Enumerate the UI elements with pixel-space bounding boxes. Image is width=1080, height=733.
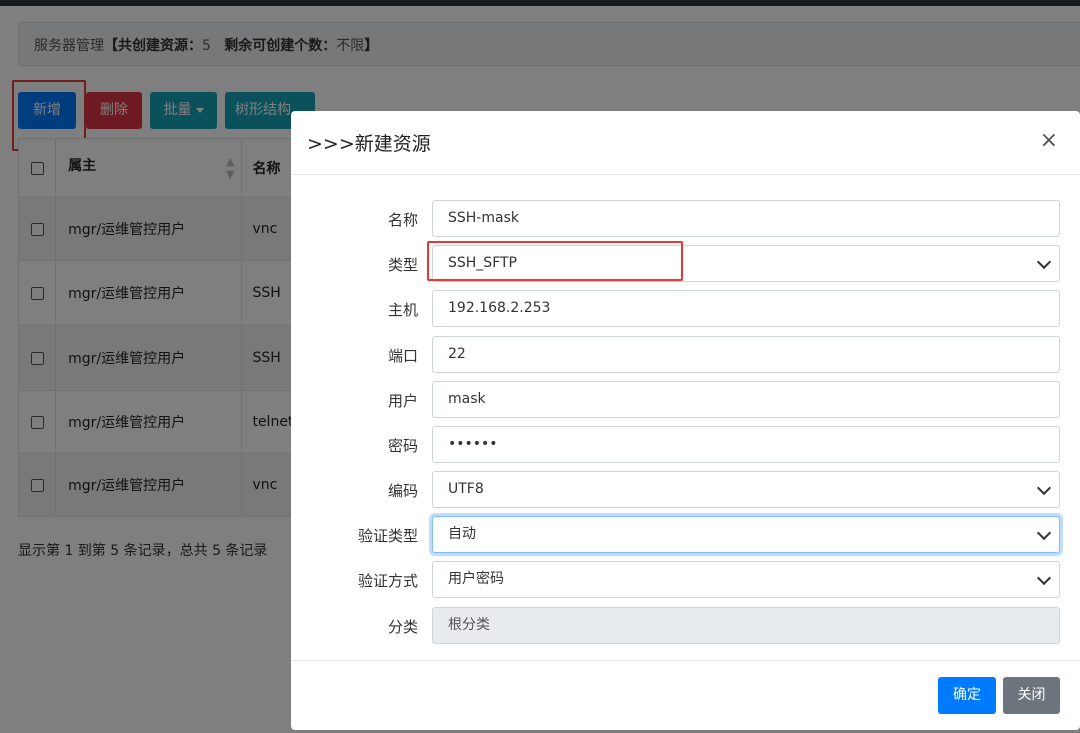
encoding-label: 编码	[387, 482, 418, 500]
chevron-down-icon	[1036, 525, 1052, 541]
chevron-down-icon	[1036, 570, 1052, 586]
auth-method-value: 用户密码	[448, 571, 504, 587]
chevron-down-icon	[1036, 480, 1052, 496]
user-label: 用户	[387, 392, 418, 410]
form-row-category: 分类 根分类	[291, 607, 1080, 645]
category-input[interactable]: 根分类	[432, 607, 1060, 644]
password-label: 密码	[387, 437, 418, 455]
form-row-encoding: 编码 UTF8	[291, 471, 1080, 509]
auth-method-label: 验证方式	[357, 572, 418, 590]
port-label: 端口	[387, 347, 418, 365]
form-row-auth-method: 验证方式 用户密码	[291, 561, 1080, 599]
new-resource-modal: >>>新建资源 × 名称 SSH-mask 类型 SSH_SFTP 主机 192…	[291, 111, 1080, 730]
user-input[interactable]: mask	[432, 381, 1060, 418]
form-row-port: 端口 22	[291, 336, 1080, 374]
auth-type-select[interactable]: 自动	[432, 516, 1060, 553]
encoding-value: UTF8	[448, 481, 484, 497]
password-input[interactable]: ••••••	[432, 426, 1060, 463]
type-label: 类型	[387, 256, 418, 274]
close-button[interactable]: 关闭	[1003, 677, 1060, 714]
chevron-down-icon	[1036, 254, 1052, 270]
modal-footer: 确定 关闭	[291, 660, 1080, 731]
form-row-auth-type: 验证类型 自动	[291, 516, 1080, 554]
auth-type-label: 验证类型	[357, 527, 418, 545]
type-select-highlight	[427, 241, 683, 281]
host-input[interactable]: 192.168.2.253	[432, 290, 1060, 327]
auth-method-select[interactable]: 用户密码	[432, 561, 1060, 598]
form-row-password: 密码 ••••••	[291, 426, 1080, 464]
name-label: 名称	[387, 211, 418, 229]
encoding-select[interactable]: UTF8	[432, 471, 1060, 508]
form-row-user: 用户 mask	[291, 381, 1080, 419]
confirm-button[interactable]: 确定	[938, 677, 996, 714]
form-row-type: 类型 SSH_SFTP	[291, 241, 1080, 283]
modal-header: >>>新建资源 ×	[291, 111, 1080, 175]
name-input[interactable]: SSH-mask	[432, 200, 1060, 237]
port-input[interactable]: 22	[432, 336, 1060, 373]
modal-title: >>>新建资源	[307, 133, 431, 155]
host-label: 主机	[387, 301, 418, 319]
form-row-host: 主机 192.168.2.253	[291, 290, 1080, 328]
category-label: 分类	[387, 618, 418, 636]
auth-type-value: 自动	[448, 526, 476, 542]
form-row-name: 名称 SSH-mask	[291, 200, 1080, 238]
close-icon[interactable]: ×	[1040, 129, 1058, 153]
